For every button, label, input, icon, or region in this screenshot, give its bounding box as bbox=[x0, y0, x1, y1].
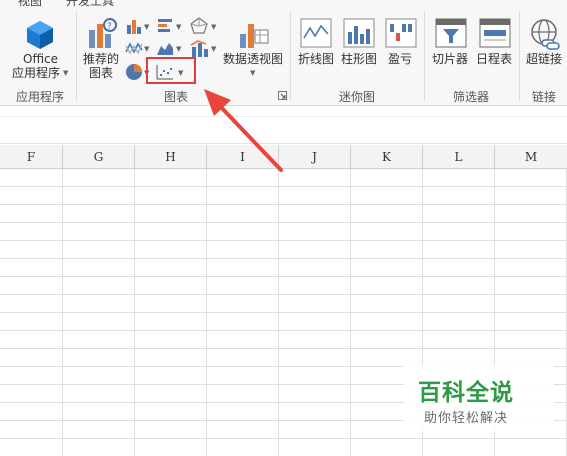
watermark: 百科全说 助你轻松解决 bbox=[404, 365, 554, 431]
watermark-title: 百科全说 bbox=[418, 380, 514, 406]
watermark-subtitle: 助你轻松解决 bbox=[424, 411, 509, 426]
excel-window: 视图 开发工具 Office 应用程序 ▼ 应用程序 ? 推荐的 图表 ▼ ▼ … bbox=[0, 0, 567, 456]
